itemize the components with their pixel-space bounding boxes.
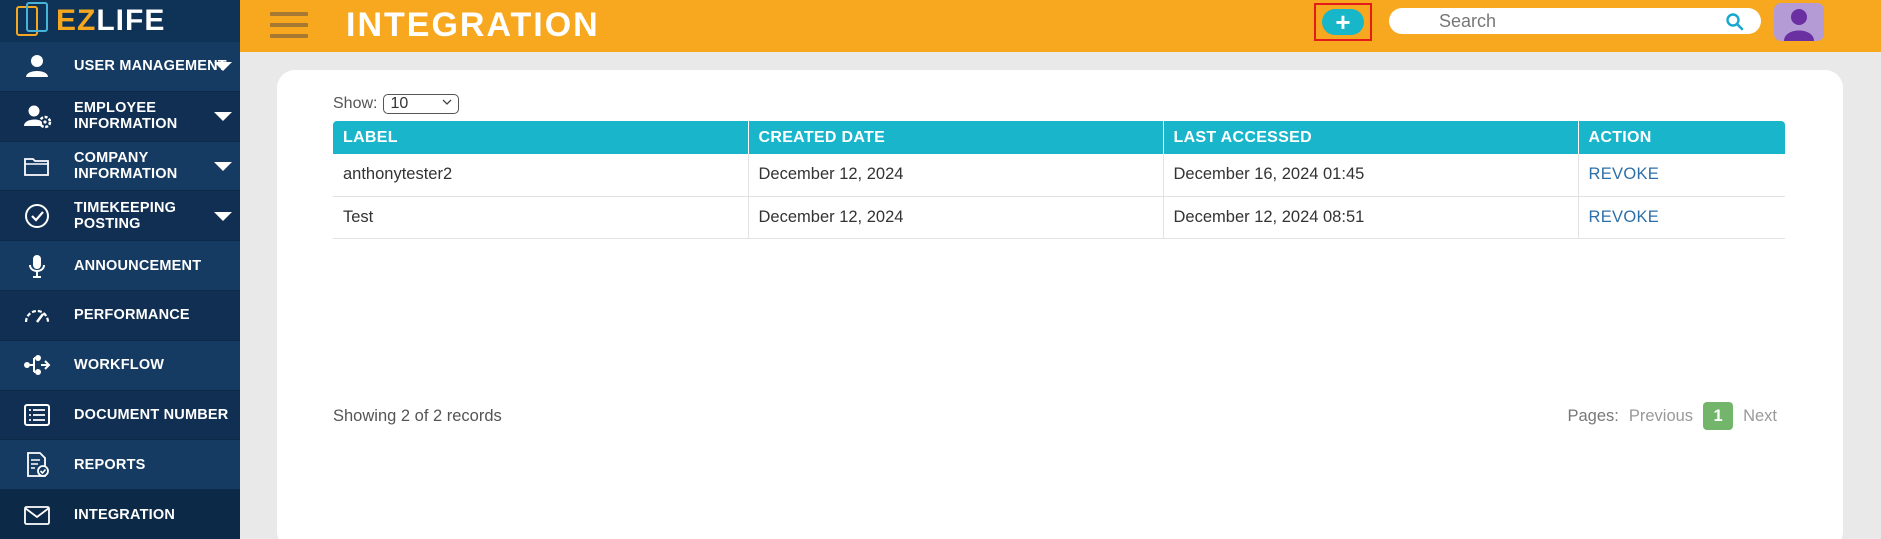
top-header: INTEGRATION + <box>240 0 1881 52</box>
sidebar-item-employee-information[interactable]: EMPLOYEE INFORMATION <box>0 91 240 142</box>
sidebar-item-label: PERFORMANCE <box>74 307 190 324</box>
logo[interactable]: EZLIFE <box>0 0 240 42</box>
caret-down-icon <box>214 62 232 72</box>
sidebar-item-announcement[interactable]: ANNOUNCEMENT <box>0 241 240 291</box>
logo-icon <box>14 2 52 40</box>
records-count: Showing 2 of 2 records <box>333 407 502 425</box>
next-page-button[interactable]: Next <box>1743 407 1777 426</box>
logo-text-life: LIFE <box>96 4 166 37</box>
column-header-last-accessed[interactable]: LAST ACCESSED <box>1162 121 1578 154</box>
cell-last-accessed: December 12, 2024 08:51 <box>1162 196 1578 239</box>
page-size-control: Show: 10 <box>333 94 460 114</box>
table-row: anthonytester2 December 12, 2024 Decembe… <box>333 154 1785 197</box>
add-button-highlight: + <box>1314 3 1372 41</box>
pages-label: Pages: <box>1567 406 1619 425</box>
user-icon <box>0 51 74 81</box>
cell-label: Test <box>333 196 748 239</box>
logo-text: EZLIFE <box>56 6 165 36</box>
revoke-link[interactable]: REVOKE <box>1589 208 1660 226</box>
content-card: Show: 10 LABEL CREATED DATE LAST ACCESSE… <box>277 70 1843 539</box>
sidebar-item-workflow[interactable]: WORKFLOW <box>0 340 240 391</box>
page-title: INTEGRATION <box>346 6 600 44</box>
cell-created-date: December 12, 2024 <box>747 154 1163 197</box>
add-button[interactable]: + <box>1322 9 1364 35</box>
cell-action: REVOKE <box>1577 154 1785 197</box>
sidebar-item-label: INTEGRATION <box>74 506 176 523</box>
revoke-link[interactable]: REVOKE <box>1589 165 1660 183</box>
envelope-icon <box>0 500 74 530</box>
report-icon <box>0 450 74 480</box>
folder-icon <box>0 151 74 181</box>
gauge-icon <box>0 300 74 330</box>
user-avatar-icon <box>1784 9 1814 41</box>
sidebar-item-label: DOCUMENT NUMBER <box>74 406 229 423</box>
sidebar-item-document-number[interactable]: DOCUMENT NUMBER <box>0 390 240 441</box>
caret-down-icon <box>214 161 232 171</box>
sidebar-item-label: REPORTS <box>74 456 146 473</box>
show-label: Show: <box>333 95 378 112</box>
sidebar-item-label: WORKFLOW <box>74 357 165 374</box>
sidebar-item-performance[interactable]: PERFORMANCE <box>0 290 240 341</box>
workflow-icon <box>0 350 74 380</box>
pagination: Pages: Previous 1 Next <box>1567 402 1777 430</box>
sidebar-nav: USER MANAGEMENT EMPLOYEE INFORMATION COM… <box>0 42 240 539</box>
sidebar-item-company-information[interactable]: COMPANY INFORMATION <box>0 141 240 192</box>
hamburger-menu-icon[interactable] <box>270 12 308 38</box>
previous-page-button[interactable]: Previous <box>1629 407 1693 426</box>
cell-action: REVOKE <box>1577 196 1785 239</box>
page-size-value: 10 <box>390 95 409 112</box>
cell-created-date: December 12, 2024 <box>747 196 1163 239</box>
avatar[interactable] <box>1774 3 1824 41</box>
page-number-button[interactable]: 1 <box>1703 402 1734 430</box>
table-header-row: LABEL CREATED DATE LAST ACCESSED ACTION <box>333 121 1785 154</box>
sidebar-item-integration[interactable]: INTEGRATION <box>0 490 240 539</box>
cell-last-accessed: December 16, 2024 01:45 <box>1162 154 1578 197</box>
user-gear-icon <box>0 101 74 131</box>
column-header-created-date[interactable]: CREATED DATE <box>747 121 1163 154</box>
microphone-icon <box>0 251 74 281</box>
page-size-select[interactable]: 10 <box>383 94 460 114</box>
document-list-icon <box>0 400 74 430</box>
table-row: Test December 12, 2024 December 12, 2024… <box>333 196 1785 239</box>
logo-text-ez: EZ <box>56 4 97 37</box>
sidebar-item-timekeeping-posting[interactable]: TIMEKEEPING POSTING <box>0 191 240 242</box>
search-input[interactable] <box>1389 10 1719 32</box>
integration-table: LABEL CREATED DATE LAST ACCESSED ACTION … <box>333 121 1785 239</box>
sidebar-item-label: ANNOUNCEMENT <box>74 257 202 274</box>
sidebar: EZLIFE USER MANAGEMENT EMPLOYEE INFORMAT… <box>0 0 240 539</box>
sidebar-item-label: USER MANAGEMENT <box>74 58 227 75</box>
sidebar-item-reports[interactable]: REPORTS <box>0 440 240 491</box>
cell-label: anthonytester2 <box>333 154 748 197</box>
sidebar-item-user-management[interactable]: USER MANAGEMENT <box>0 42 240 92</box>
column-header-action: ACTION <box>1577 121 1785 154</box>
search-icon[interactable] <box>1725 12 1745 32</box>
caret-down-icon <box>214 112 232 122</box>
search-box <box>1389 8 1761 34</box>
caret-down-icon <box>214 211 232 221</box>
chevron-down-icon <box>443 99 452 105</box>
check-circle-icon <box>0 201 74 231</box>
column-header-label[interactable]: LABEL <box>333 121 748 154</box>
